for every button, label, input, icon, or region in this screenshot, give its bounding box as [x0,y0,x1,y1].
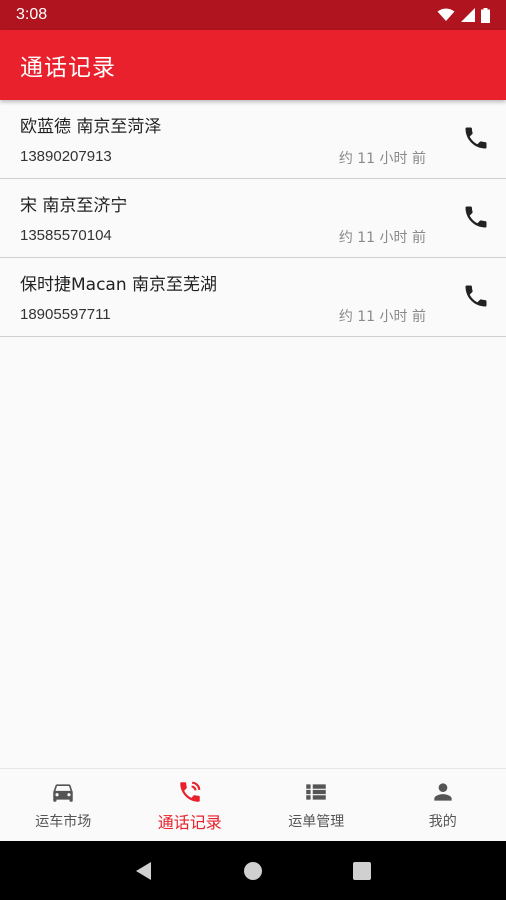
nav-item-car-market[interactable]: 运车市场 [0,769,127,841]
car-icon [53,784,73,802]
list-item[interactable]: 保时捷Macan 南京至芜湖 18905597711 约 11 小时 前 [0,258,506,337]
app-bar: 通话记录 [0,30,506,100]
list-item[interactable]: 宋 南京至济宁 13585570104 约 11 小时 前 [0,179,506,258]
record-title: 欧蓝德 南京至菏泽 [20,117,162,137]
phone-icon[interactable] [462,124,490,152]
nav-label: 通话记录 [157,813,222,832]
system-nav-bar [0,841,506,900]
nav-label: 运单管理 [288,814,345,830]
list-item[interactable]: 欧蓝德 南京至菏泽 13890207913 约 11 小时 前 [0,100,506,179]
record-time: 约 11 小时 前 [338,151,426,167]
record-title: 保时捷Macan 南京至芜湖 [20,275,218,295]
record-phone: 18905597711 [20,306,111,323]
status-time: 3:08 [16,6,48,23]
recents-icon[interactable] [350,859,374,883]
home-icon[interactable] [241,859,265,883]
nav-label: 我的 [428,814,457,830]
status-bar: 3:08 [0,0,506,30]
bottom-nav: 运车市场 通话记录 运单管理 我的 [0,768,506,841]
battery-icon [481,7,490,23]
nav-item-mine[interactable]: 我的 [380,769,506,841]
nav-item-call-records[interactable]: 通话记录 [127,769,254,841]
wifi-icon [437,8,455,21]
phone-icon[interactable] [462,282,490,310]
record-title: 宋 南京至济宁 [20,196,128,216]
page-title: 通话记录 [20,55,116,81]
record-time: 约 11 小时 前 [338,309,426,325]
call-record-list: 欧蓝德 南京至菏泽 13890207913 约 11 小时 前 宋 南京至济宁 … [0,100,506,337]
list-icon [306,784,326,800]
record-phone: 13585570104 [20,227,112,244]
status-icons [437,7,490,23]
nav-item-order-management[interactable]: 运单管理 [253,769,380,841]
back-icon[interactable] [132,859,156,883]
record-phone: 13890207913 [20,148,112,165]
signal-icon [461,8,475,22]
record-time: 约 11 小时 前 [338,230,426,246]
phone-icon[interactable] [462,203,490,231]
nav-label: 运车市场 [35,814,92,830]
phone-ring-icon [180,781,201,802]
person-icon [434,783,452,801]
